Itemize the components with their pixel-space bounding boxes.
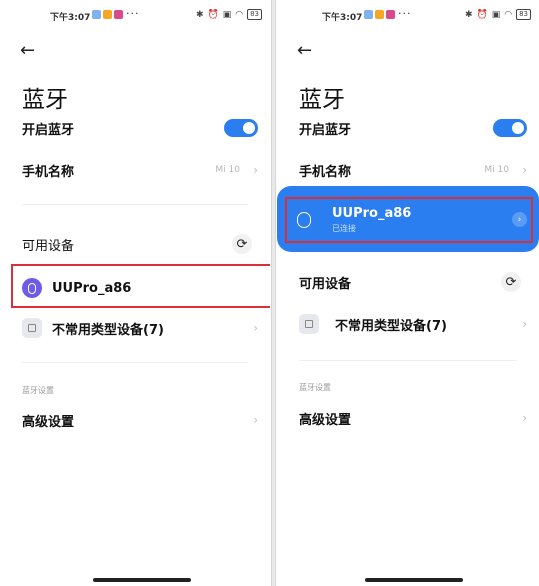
system-icons: ✱ ⏰ ▣ ◠ 83 <box>196 9 262 20</box>
highlight-box <box>285 197 533 243</box>
bluetooth-toggle[interactable] <box>224 119 258 137</box>
device-name: 不常用类型设备(7) <box>52 322 164 338</box>
status-time: 下午3:07 <box>50 13 91 23</box>
divider <box>299 360 517 361</box>
chevron-right-icon: › <box>522 317 527 331</box>
alarm-icon: ⏰ <box>207 9 219 20</box>
bluetooth-toggle[interactable] <box>493 119 527 137</box>
section-label: 蓝牙设置 <box>299 383 331 392</box>
bluetooth-status-icon: ✱ <box>195 9 204 20</box>
chevron-right-icon: › <box>253 413 258 427</box>
available-devices-header: 可用设备 ⟳ <box>0 226 270 262</box>
device-type-icon <box>22 318 42 338</box>
device-type-icon <box>299 314 319 334</box>
device-name-label: 手机名称 <box>299 164 352 180</box>
bluetooth-toggle-label: 开启蓝牙 <box>299 122 352 138</box>
available-devices-label: 可用设备 <box>299 276 352 292</box>
home-indicator[interactable] <box>93 578 191 582</box>
chevron-right-icon: › <box>253 163 258 177</box>
bluetooth-toggle-row[interactable]: 开启蓝牙 <box>277 110 539 146</box>
home-indicator[interactable] <box>365 578 463 582</box>
device-name-row[interactable]: 手机名称 Mi 10 › <box>0 152 270 188</box>
highlight-box <box>11 264 270 308</box>
panel-divider <box>271 0 276 586</box>
status-bar: 下午3:07 ··· ✱ ⏰ ▣ ◠ 83 <box>277 7 539 26</box>
notification-icon <box>386 10 395 19</box>
notification-icons <box>364 10 395 19</box>
page-title: 蓝牙 <box>22 87 68 113</box>
bluetooth-toggle-label: 开启蓝牙 <box>22 122 75 138</box>
sim-icon: ▣ <box>222 9 232 20</box>
device-name-value: Mi 10 <box>484 165 509 175</box>
section-label: 蓝牙设置 <box>22 386 54 395</box>
chevron-right-icon: › <box>522 163 527 177</box>
chevron-right-icon: › <box>253 321 258 335</box>
available-devices-label: 可用设备 <box>22 238 75 254</box>
bluetooth-status-icon: ✱ <box>464 9 473 20</box>
notification-icon <box>375 10 384 19</box>
alarm-icon: ⏰ <box>476 9 488 20</box>
notification-icon <box>364 10 373 19</box>
divider <box>22 362 248 363</box>
notification-icon <box>114 10 123 19</box>
device-name-value: Mi 10 <box>215 165 240 175</box>
chevron-right-icon: › <box>522 411 527 425</box>
advanced-settings-row[interactable]: 高级设置 › <box>277 400 539 436</box>
device-item-uncommon[interactable]: 不常用类型设备(7) › <box>0 310 270 346</box>
right-screenshot: 下午3:07 ··· ✱ ⏰ ▣ ◠ 83 ← 蓝牙 开启蓝牙 手机名称 Mi … <box>277 0 539 586</box>
sim-icon: ▣ <box>491 9 501 20</box>
device-name-row[interactable]: 手机名称 Mi 10 › <box>277 152 539 188</box>
notification-icons <box>92 10 123 19</box>
wifi-icon: ◠ <box>235 9 244 20</box>
available-devices-header: 可用设备 ⟳ <box>277 264 539 300</box>
advanced-settings-label: 高级设置 <box>299 412 352 428</box>
battery-icon: 83 <box>516 9 531 20</box>
page-title: 蓝牙 <box>299 87 345 113</box>
advanced-settings-label: 高级设置 <box>22 414 75 430</box>
divider <box>22 204 248 205</box>
system-icons: ✱ ⏰ ▣ ◠ 83 <box>465 9 531 20</box>
more-notifications-icon: ··· <box>398 7 412 20</box>
back-arrow-icon[interactable]: ← <box>20 40 35 61</box>
device-name: 不常用类型设备(7) <box>335 318 447 334</box>
status-time: 下午3:07 <box>322 13 363 23</box>
refresh-icon[interactable]: ⟳ <box>232 234 252 254</box>
status-bar: 下午3:07 ··· ✱ ⏰ ▣ ◠ 83 <box>0 7 270 26</box>
device-name-label: 手机名称 <box>22 164 75 180</box>
notification-icon <box>92 10 101 19</box>
device-item-uncommon[interactable]: 不常用类型设备(7) › <box>277 306 539 342</box>
back-arrow-icon[interactable]: ← <box>297 40 312 61</box>
battery-icon: 83 <box>247 9 262 20</box>
notification-icon <box>103 10 112 19</box>
refresh-icon[interactable]: ⟳ <box>501 272 521 292</box>
advanced-settings-row[interactable]: 高级设置 › <box>0 402 270 438</box>
wifi-icon: ◠ <box>504 9 513 20</box>
left-screenshot: 下午3:07 ··· ✱ ⏰ ▣ ◠ 83 ← 蓝牙 开启蓝牙 手机名称 Mi … <box>0 0 270 586</box>
bluetooth-toggle-row[interactable]: 开启蓝牙 <box>0 110 270 146</box>
more-notifications-icon: ··· <box>126 7 140 20</box>
